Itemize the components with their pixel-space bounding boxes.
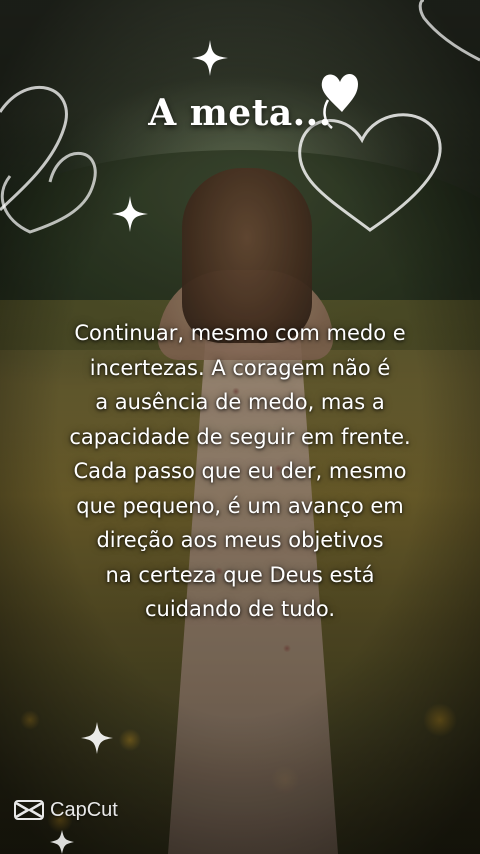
title-heading: A meta...: [148, 92, 332, 134]
quote-text: Continuar, mesmo com medo e incertezas. …: [20, 316, 460, 627]
quote-line: Cada passo que eu der, mesmo: [73, 459, 407, 483]
quote-line: que pequeno, é um avanço em: [76, 493, 404, 518]
quote-line: Continuar, mesmo com medo e: [74, 321, 406, 345]
quote-line: a ausência de medo, mas a: [95, 390, 385, 414]
quote-line: na certeza que Deus está: [105, 562, 375, 587]
watermark-label: CapCut: [50, 798, 118, 821]
quote-line: incertezas. A coragem não é: [89, 355, 391, 380]
quote-line: direção aos meus objetivos: [96, 528, 384, 552]
capcut-logo-icon: [14, 800, 44, 820]
story-canvas: A meta... Continuar, mesmo com medo e in…: [0, 0, 480, 854]
quote-line: capacidade de seguir em frente.: [69, 424, 411, 449]
sparkle-icon: [81, 722, 113, 754]
sparkle-icon: [112, 196, 148, 232]
sparkle-icon: [50, 830, 74, 854]
sparkle-icon: [192, 40, 228, 76]
quote-line: cuidando de tudo.: [144, 597, 335, 621]
heart-outline-icon: [418, 0, 480, 62]
capcut-watermark: CapCut: [14, 796, 118, 824]
